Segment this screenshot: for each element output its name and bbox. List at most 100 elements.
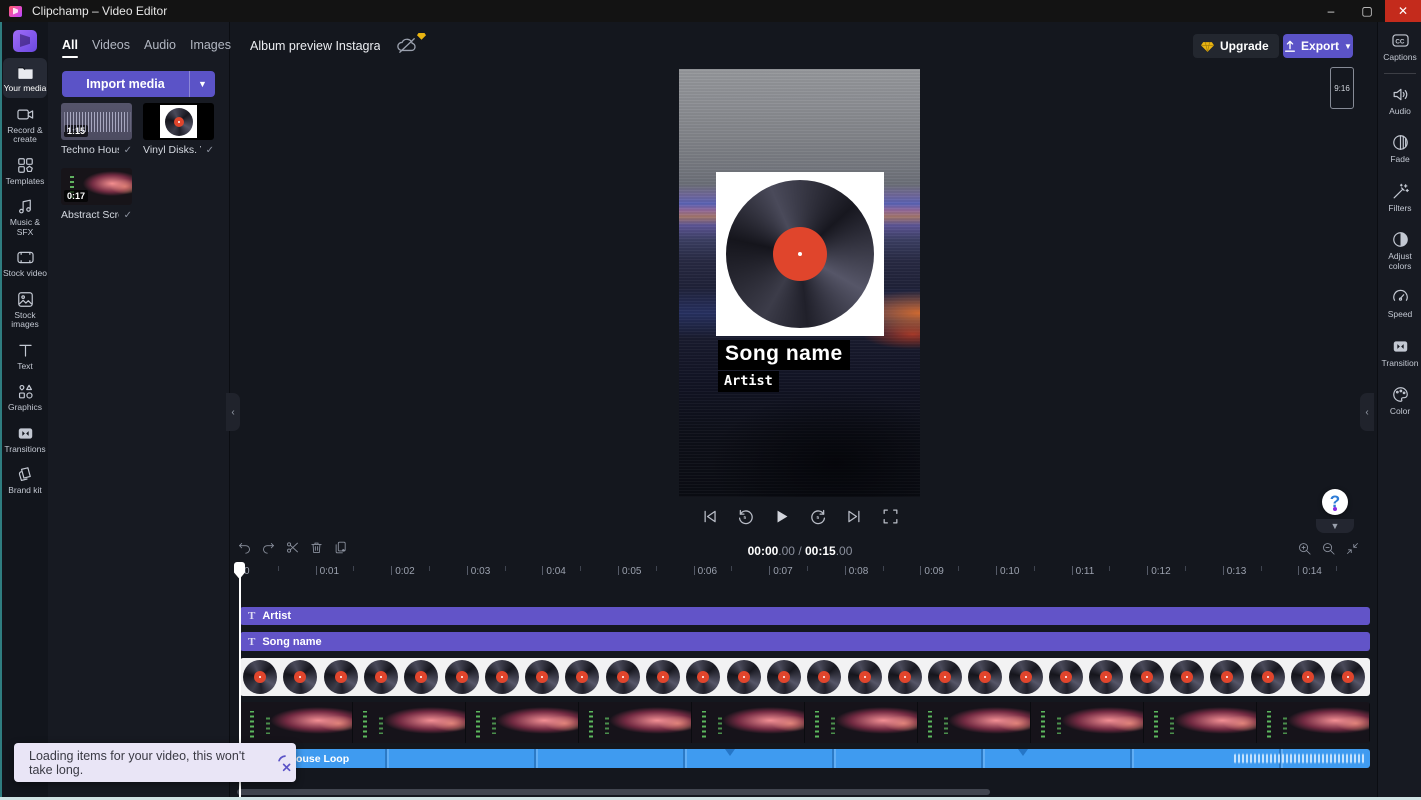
check-icon: ✓ xyxy=(124,210,132,221)
media-item-name: Vinyl Disks. V... xyxy=(143,144,201,156)
sidebar-item-music-sfx[interactable]: Music & SFX xyxy=(3,192,47,241)
media-item-vinyl-disks[interactable]: Vinyl Disks. V... ✓ xyxy=(143,103,214,156)
ruler-minor-tick xyxy=(731,566,732,571)
track-audio-clip[interactable]: Techno House Loop xyxy=(240,749,1370,768)
sidebar-item-graphics[interactable]: Graphics xyxy=(3,377,47,417)
vinyl-frame-thumbnail xyxy=(767,660,801,694)
rewind-5s-icon[interactable]: 5 xyxy=(736,507,755,526)
tool-audio[interactable]: Audio xyxy=(1378,76,1421,125)
timeline-ruler[interactable]: 00:010:020:030:040:050:060:070:080:090:1… xyxy=(240,565,1374,585)
sidebar-item-label: Your media xyxy=(4,84,47,94)
tool-adjust-colors[interactable]: Adjust colors xyxy=(1378,221,1421,279)
timeline-horizontal-scrollbar[interactable] xyxy=(237,789,990,795)
chevron-down-icon: ▼ xyxy=(198,79,207,89)
vinyl-frame-thumbnail xyxy=(646,660,680,694)
help-button[interactable]: ? xyxy=(1322,489,1348,515)
vinyl-frame-thumbnail xyxy=(565,660,599,694)
ruler-tick: 0:12 xyxy=(1147,566,1148,575)
vinyl-video-thumbnail xyxy=(143,103,214,140)
vinyl-frame-thumbnail xyxy=(1210,660,1244,694)
captions-icon: CC xyxy=(1391,31,1410,50)
sidebar-item-your-media[interactable]: Your media xyxy=(3,58,47,98)
help-collapse-chevron[interactable]: ▼ xyxy=(1316,519,1354,533)
media-panel-collapse-handle[interactable]: ‹ xyxy=(226,393,240,431)
delete-trash-icon[interactable] xyxy=(309,540,324,555)
zoom-in-icon[interactable] xyxy=(1297,541,1312,556)
chevron-left-icon: ‹ xyxy=(231,407,234,418)
cut-scissors-icon[interactable] xyxy=(285,540,300,555)
ruler-tick: 0:06 xyxy=(694,566,695,575)
project-title-input[interactable]: Album preview Instagram s xyxy=(250,39,380,53)
tool-color[interactable]: Color xyxy=(1378,376,1421,425)
vinyl-frame-thumbnail xyxy=(525,660,559,694)
track-abstract-clip[interactable] xyxy=(240,702,1370,743)
video-preview[interactable]: Song name Artist xyxy=(679,69,920,497)
ruler-minor-tick xyxy=(807,566,808,571)
zoom-fit-icon[interactable] xyxy=(1345,541,1360,556)
clipchamp-window: { "window": { "title": "Clipchamp – Vide… xyxy=(0,0,1421,800)
ruler-minor-tick xyxy=(1261,566,1262,571)
clipchamp-logo-icon xyxy=(9,6,22,17)
close-button[interactable]: ✕ xyxy=(1385,0,1421,22)
skip-to-end-icon[interactable] xyxy=(845,507,864,526)
skip-to-start-icon[interactable] xyxy=(700,507,719,526)
tool-speed[interactable]: Speed xyxy=(1378,279,1421,328)
import-media-dropdown[interactable]: ▼ xyxy=(189,71,215,97)
sidebar-item-label: Graphics xyxy=(8,403,42,413)
redo-icon[interactable] xyxy=(261,540,276,555)
tab-audio[interactable]: Audio xyxy=(144,38,176,58)
sidebar-item-record-create[interactable]: Record & create xyxy=(3,100,47,149)
svg-text:5: 5 xyxy=(744,514,747,520)
ruler-tick-label: 0:07 xyxy=(773,566,792,577)
sidebar-item-label: Music & SFX xyxy=(3,218,47,237)
spinner-cancel-icon xyxy=(274,752,296,774)
sidebar-item-text[interactable]: Text xyxy=(3,336,47,376)
tool-filters[interactable]: Filters xyxy=(1378,173,1421,222)
sidebar-item-stock-images[interactable]: Stock images xyxy=(3,285,47,334)
ruler-minor-tick xyxy=(656,566,657,571)
track-artist-text[interactable]: T Artist xyxy=(240,607,1370,625)
forward-5s-icon[interactable]: 5 xyxy=(809,507,828,526)
offline-status xyxy=(396,36,422,56)
minimize-button[interactable]: – xyxy=(1313,0,1349,22)
tab-images[interactable]: Images xyxy=(190,38,231,58)
sidebar-item-templates[interactable]: Templates xyxy=(3,151,47,191)
export-button[interactable]: Export ▼ xyxy=(1283,34,1353,58)
import-media-button[interactable]: Import media ▼ xyxy=(62,71,215,97)
upgrade-button[interactable]: Upgrade xyxy=(1193,34,1279,58)
preview-song-name-text[interactable]: Song name xyxy=(718,340,850,370)
abstract-frame-thumbnail xyxy=(353,702,466,743)
tab-videos[interactable]: Videos xyxy=(92,38,130,58)
track-vinyl-clip[interactable] xyxy=(240,658,1370,696)
duplicate-icon[interactable] xyxy=(333,540,348,555)
preview-artist-text[interactable]: Artist xyxy=(718,371,779,392)
tool-fade[interactable]: Fade xyxy=(1378,124,1421,173)
album-art[interactable] xyxy=(716,172,884,336)
svg-text:CC: CC xyxy=(1395,38,1405,45)
ruler-tick: 0:01 xyxy=(316,566,317,575)
speed-icon xyxy=(1391,288,1410,307)
aspect-ratio-badge[interactable]: 9:16 xyxy=(1330,67,1354,109)
tool-captions[interactable]: CC Captions xyxy=(1378,22,1421,71)
ruler-minor-tick xyxy=(353,566,354,571)
sidebar-item-brand-kit[interactable]: Brand kit xyxy=(3,460,47,500)
cancel-loading-button[interactable] xyxy=(274,752,296,774)
tool-transition[interactable]: Transition xyxy=(1378,328,1421,377)
zoom-out-icon[interactable] xyxy=(1321,541,1336,556)
sidebar-item-label: Text xyxy=(17,362,33,372)
tools-panel-collapse-handle[interactable]: ‹ xyxy=(1360,393,1374,431)
ruler-minor-tick xyxy=(1109,566,1110,571)
undo-icon[interactable] xyxy=(237,540,252,555)
ruler-tick: 0:13 xyxy=(1223,566,1224,575)
tab-all[interactable]: All xyxy=(62,38,78,58)
track-song-name-text[interactable]: T Song name xyxy=(240,632,1370,651)
sidebar-item-stock-video[interactable]: Stock video xyxy=(3,243,47,283)
text-track-icon: T xyxy=(248,610,255,622)
play-icon[interactable] xyxy=(772,507,791,526)
fullscreen-icon[interactable] xyxy=(881,507,900,526)
media-item-techno-house[interactable]: 1:15 Techno House... ✓ xyxy=(61,103,132,156)
current-time: 00:00 xyxy=(748,544,779,558)
media-item-abstract-screen[interactable]: 0:17 Abstract Scre... ✓ xyxy=(61,168,132,221)
maximize-button[interactable]: ▢ xyxy=(1349,0,1385,22)
sidebar-item-transitions[interactable]: Transitions xyxy=(3,419,47,459)
